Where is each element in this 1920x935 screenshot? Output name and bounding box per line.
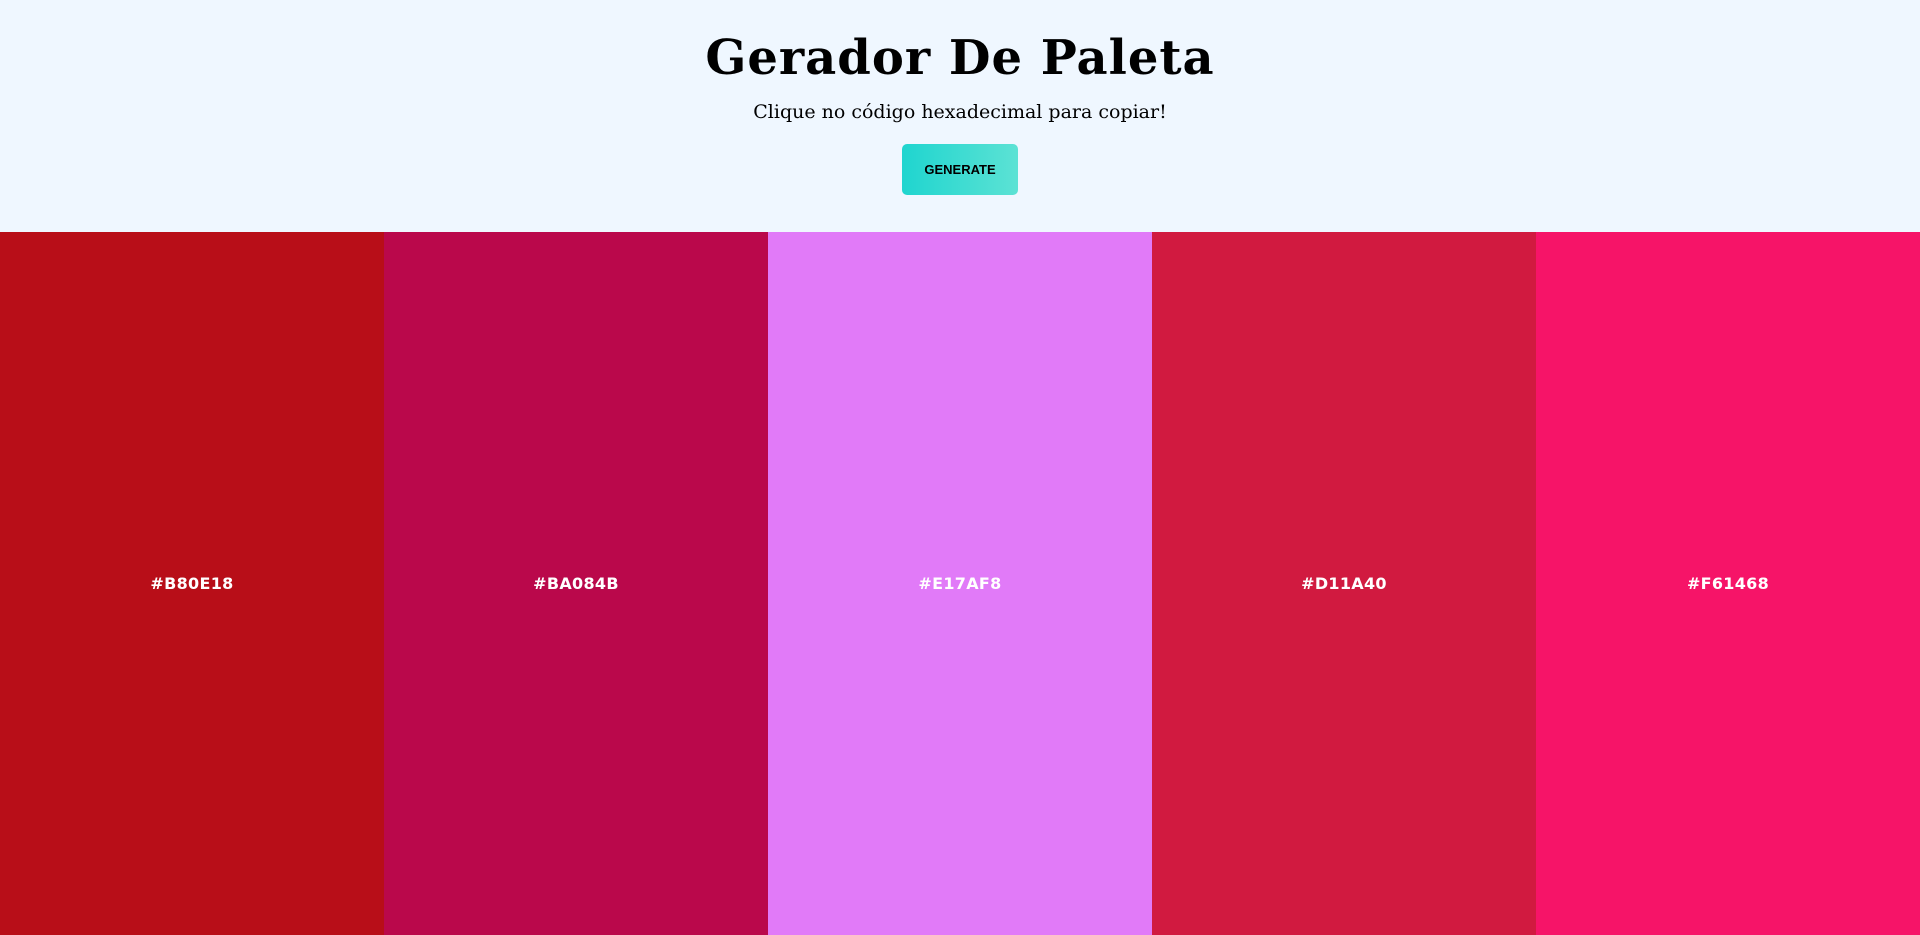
color-swatch-5[interactable]: #F61468 <box>1536 232 1920 935</box>
hex-code[interactable]: #BA084B <box>533 574 619 593</box>
generate-button[interactable]: GENERATE <box>902 144 1018 195</box>
color-swatch-3[interactable]: #E17AF8 <box>768 232 1152 935</box>
hex-code[interactable]: #E17AF8 <box>918 574 1001 593</box>
hex-code[interactable]: #B80E18 <box>150 574 233 593</box>
color-palette: #B80E18 #BA084B #E17AF8 #D11A40 #F61468 <box>0 232 1920 935</box>
color-swatch-2[interactable]: #BA084B <box>384 232 768 935</box>
hex-code[interactable]: #D11A40 <box>1301 574 1387 593</box>
page-title: Gerador De Paleta <box>705 30 1215 86</box>
header: Gerador De Paleta Clique no código hexad… <box>0 0 1920 232</box>
page-subtitle: Clique no código hexadecimal para copiar… <box>753 101 1167 123</box>
hex-code[interactable]: #F61468 <box>1687 574 1769 593</box>
color-swatch-1[interactable]: #B80E18 <box>0 232 384 935</box>
color-swatch-4[interactable]: #D11A40 <box>1152 232 1536 935</box>
